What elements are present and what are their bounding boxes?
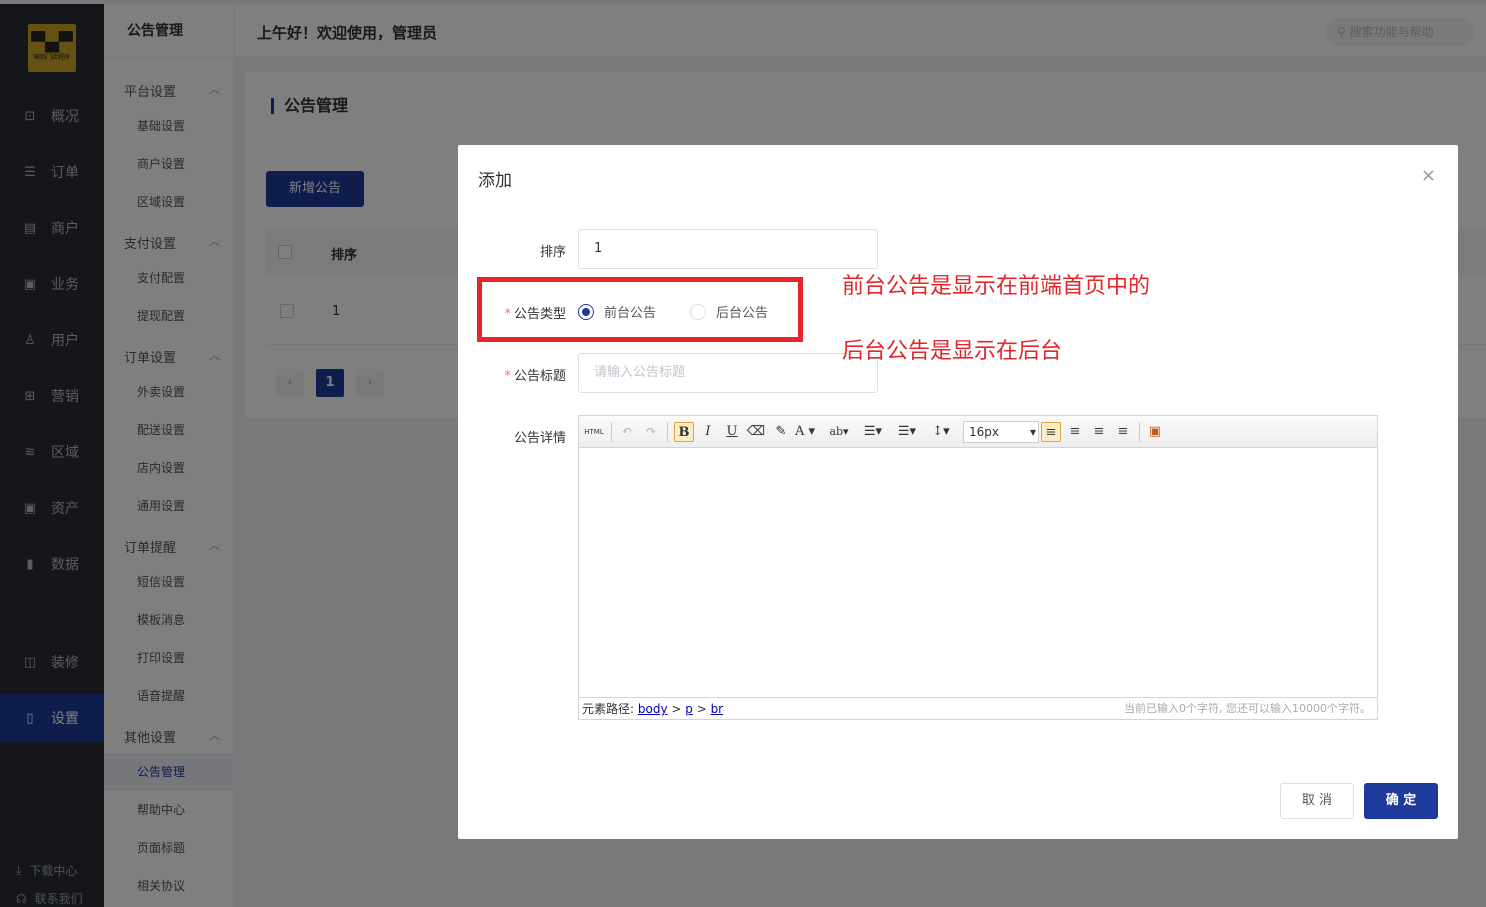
confirm-button[interactable]: 确 定 xyxy=(1364,783,1438,819)
toolbar-divider xyxy=(611,422,612,442)
required-mark: * xyxy=(504,369,511,384)
underline-button[interactable]: U xyxy=(722,422,742,442)
font-size-value: 16px xyxy=(969,425,999,439)
editor-statusbar: 元素路径: body > p > br 当前已输入0个字符, 您还可以输入100… xyxy=(579,697,1377,719)
line-height-icon[interactable]: ↕▾ xyxy=(931,422,951,442)
annotation-highlight-box xyxy=(477,277,803,342)
undo-icon[interactable]: ↶ xyxy=(617,422,637,442)
ordered-list-icon[interactable]: ☰▾ xyxy=(863,422,883,442)
editor-toolbar: HTML ↶ ↷ B I U ⌫ ✎ A ▾ ab▾ ☰▾ ☰▾ ↕▾ 16px… xyxy=(579,416,1377,448)
redo-icon[interactable]: ↷ xyxy=(641,422,661,442)
title-input[interactable]: 请输入公告标题 xyxy=(578,353,878,393)
font-color-label: A xyxy=(795,424,805,439)
sort-label: 排序 xyxy=(539,245,566,260)
detail-label: 公告详情 xyxy=(513,431,566,446)
align-right-icon[interactable]: ≡ xyxy=(1065,422,1085,442)
char-counter: 当前已输入0个字符, 您还可以输入10000个字符。 xyxy=(1124,702,1371,715)
close-icon[interactable]: × xyxy=(1421,165,1436,186)
path-link-br[interactable]: br xyxy=(711,702,724,716)
bold-button[interactable]: B xyxy=(674,422,694,442)
annotation-line-1: 前台公告是显示在前端首页中的 xyxy=(842,274,1151,299)
element-path-label: 元素路径: xyxy=(582,702,635,716)
format-brush-icon[interactable]: ✎ xyxy=(771,422,791,442)
annotation-line-2: 后台公告是显示在后台 xyxy=(842,339,1063,364)
highlight-icon[interactable]: ab▾ xyxy=(829,422,849,442)
html-source-button[interactable]: HTML xyxy=(584,422,604,442)
eraser-icon[interactable]: ⌫ xyxy=(746,422,766,442)
font-size-select[interactable]: 16px ▾ xyxy=(963,421,1039,443)
toolbar-divider xyxy=(1139,422,1140,442)
font-color-button[interactable]: A ▾ xyxy=(795,422,815,442)
italic-button[interactable]: I xyxy=(698,422,718,442)
cancel-button[interactable]: 取 消 xyxy=(1280,783,1354,819)
editor-content-area[interactable] xyxy=(579,448,1377,698)
title-label: * 公告标题 xyxy=(458,365,566,384)
unordered-list-icon[interactable]: ☰▾ xyxy=(897,422,917,442)
dialog-title: 添加 xyxy=(478,171,512,191)
path-link-p[interactable]: p xyxy=(685,702,693,716)
align-left-icon[interactable]: ≡ xyxy=(1041,422,1061,442)
align-center-icon[interactable]: ≡ xyxy=(1089,422,1109,442)
image-icon[interactable]: ▣ xyxy=(1145,422,1165,442)
chevron-down-icon: ▾ xyxy=(1029,425,1036,439)
title-label-text: 公告标题 xyxy=(513,369,566,384)
rich-text-editor: HTML ↶ ↷ B I U ⌫ ✎ A ▾ ab▾ ☰▾ ☰▾ ↕▾ 16px… xyxy=(578,415,1378,720)
sort-input[interactable]: 1 xyxy=(578,229,878,269)
path-link-body[interactable]: body xyxy=(638,702,668,716)
toolbar-divider xyxy=(667,422,668,442)
add-announcement-dialog: 添加 × 排序 1 * 公告类型 前台公告 后台公告 * 公告标题 请输入公告标题 … xyxy=(458,145,1458,839)
align-justify-icon[interactable]: ≡ xyxy=(1113,422,1133,442)
